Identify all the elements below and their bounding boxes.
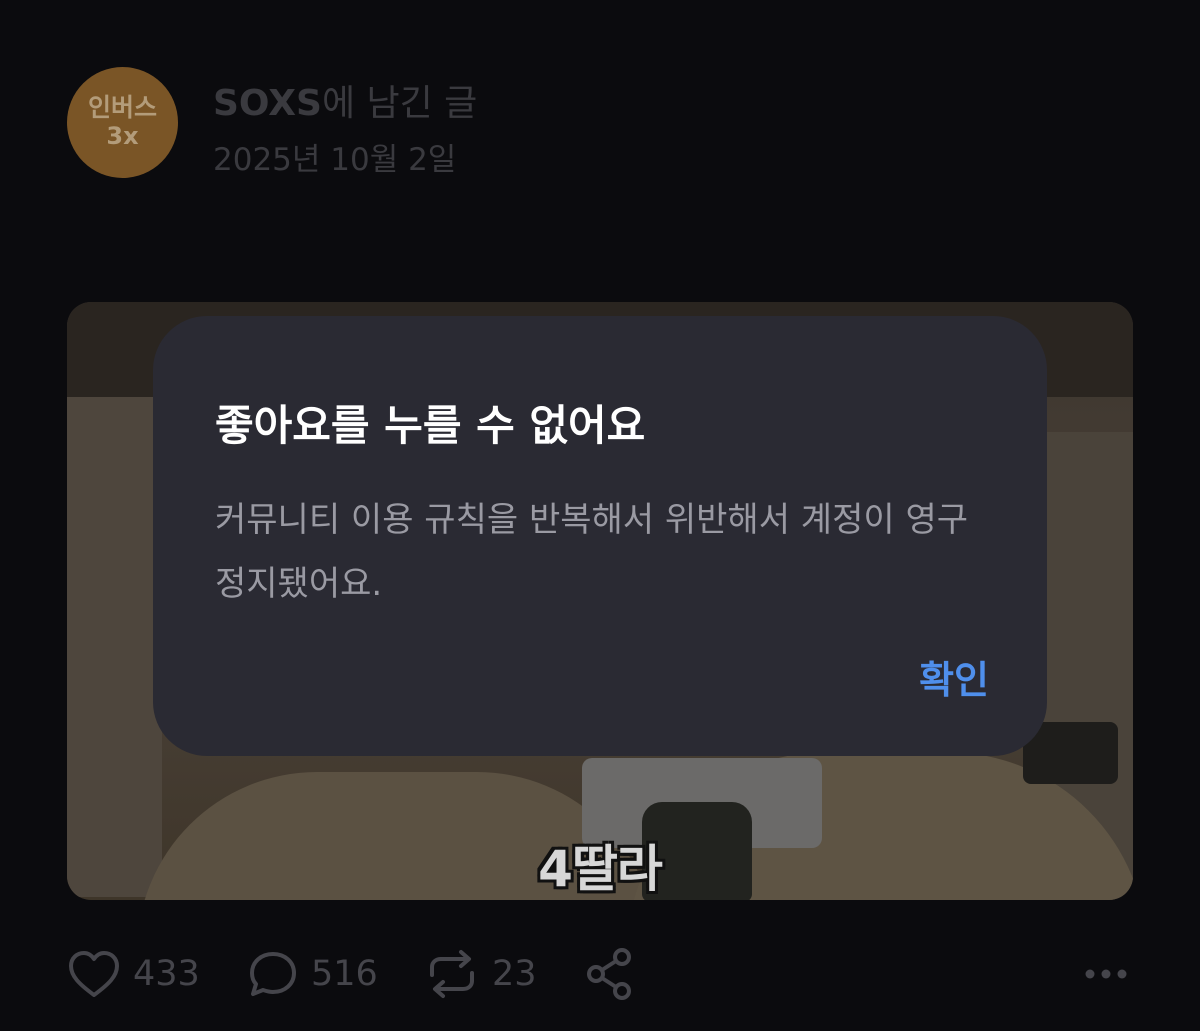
comment-button[interactable]: 516 — [247, 944, 378, 1004]
post-date: 2025년 10월 2일 — [213, 142, 457, 178]
avatar[interactable]: 인버스 3x — [67, 67, 178, 178]
image-subtitle: 4딸라 — [538, 840, 663, 898]
share-icon — [584, 947, 634, 1001]
more-icon — [1084, 968, 1128, 980]
repost-count: 23 — [492, 954, 537, 994]
repost-button[interactable]: 23 — [424, 944, 537, 1004]
avatar-text-line1: 인버스 — [87, 93, 157, 123]
like-count: 433 — [133, 954, 200, 994]
comment-icon — [247, 949, 299, 999]
more-button[interactable] — [1084, 944, 1128, 1004]
avatar-text-line2: 3x — [106, 122, 139, 151]
confirm-button[interactable]: 확인 — [919, 649, 989, 704]
post-actions: 433 516 23 — [67, 944, 1133, 1004]
post-title-suffix: 에 남긴 글 — [321, 83, 478, 124]
share-button[interactable] — [584, 944, 634, 1004]
repost-icon — [424, 949, 480, 999]
image-wall-left — [67, 397, 162, 897]
post-title-ticker: SOXS — [213, 83, 322, 124]
comment-count: 516 — [311, 954, 378, 994]
heart-icon — [67, 949, 121, 999]
dialog-message: 커뮤니티 이용 규칙을 반복해서 위반해서 계정이 영구 정지됐어요. — [215, 500, 969, 604]
alert-dialog: 좋아요를 누를 수 없어요 커뮤니티 이용 규칙을 반복해서 위반해서 계정이 … — [153, 316, 1047, 756]
post-title[interactable]: SOXS에 남긴 글 — [213, 74, 477, 126]
like-button[interactable]: 433 — [67, 944, 200, 1004]
dialog-title: 좋아요를 누를 수 없어요 — [215, 401, 646, 450]
post-page: 인버스 3x SOXS에 남긴 글 2025년 10월 2일 4딸라 좋아요를 … — [0, 0, 1200, 1031]
